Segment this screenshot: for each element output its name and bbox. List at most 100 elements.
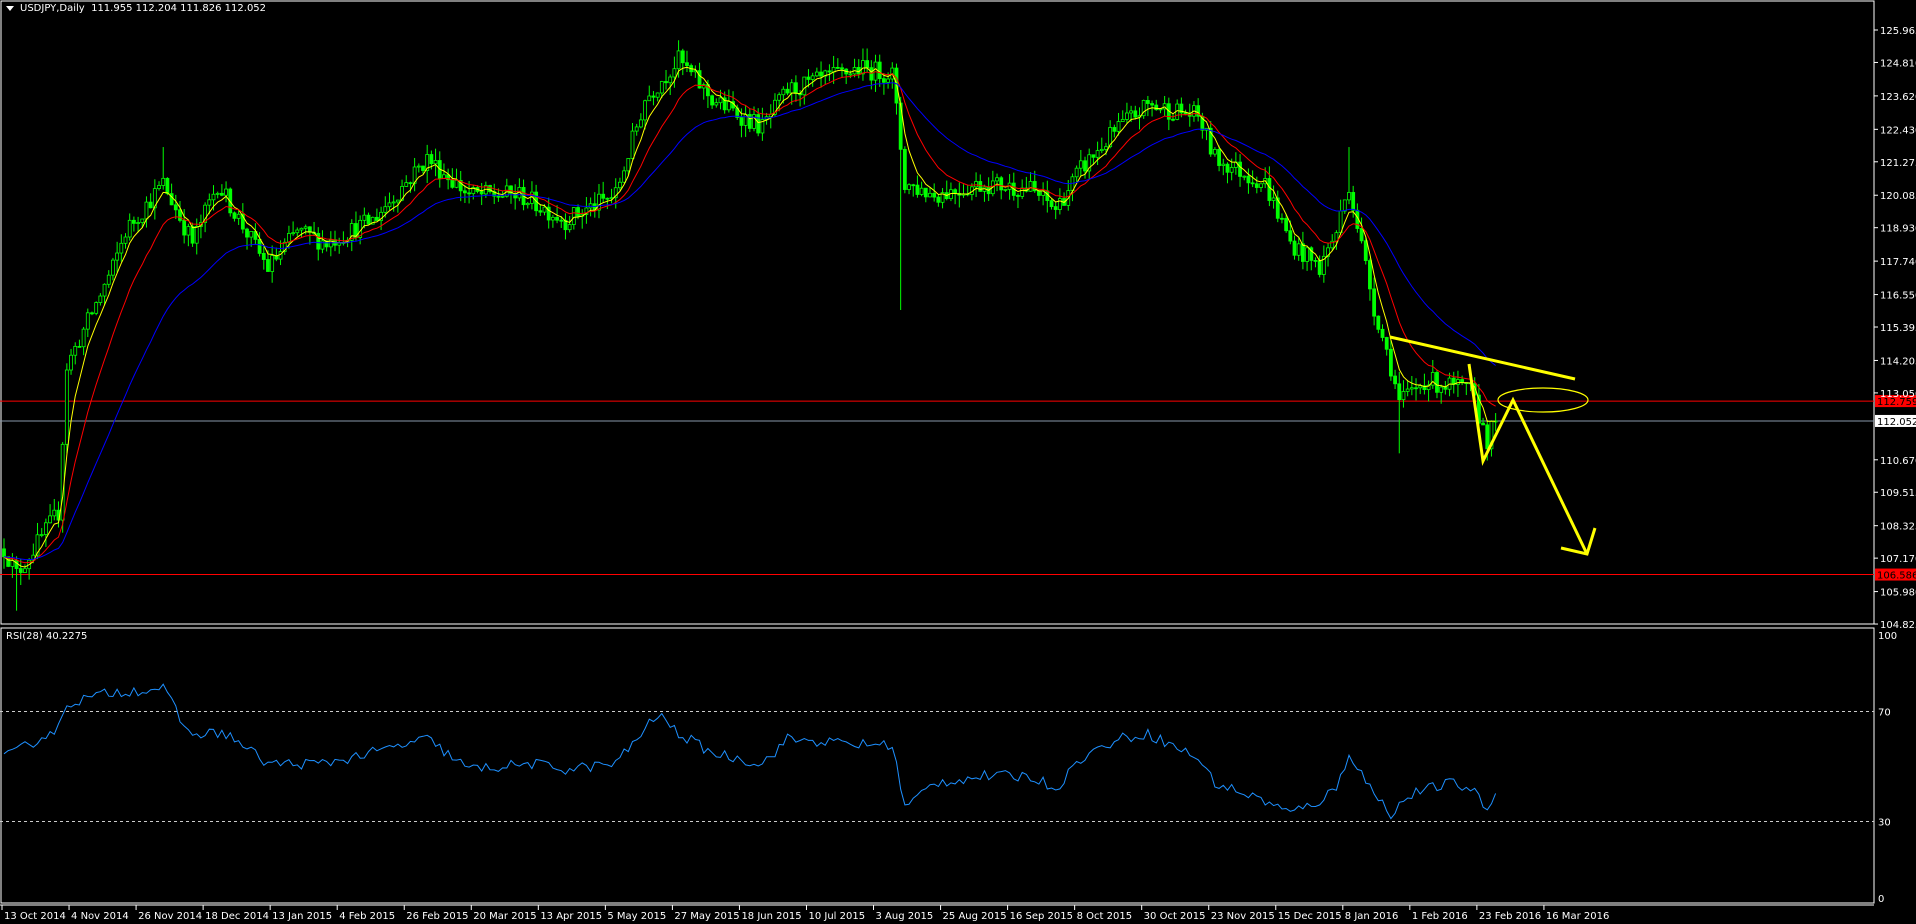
candle-body [685,62,689,66]
candle-body [664,81,668,84]
candle-body [1388,348,1393,377]
candle [810,72,815,87]
candle-body [81,328,86,348]
candle [64,363,69,454]
price-tick-label: 121.275 [1880,158,1916,169]
price-tick-label: 104.825 [1880,620,1916,631]
candle [844,68,849,85]
candle [1301,231,1305,270]
candle-body [542,206,547,213]
candle-body [597,193,601,211]
candle-body [1372,288,1377,317]
candle [23,564,27,573]
price-tick-label: 108.325 [1880,522,1916,533]
candle [1238,154,1242,187]
candle-body [877,61,882,80]
candle [936,194,941,207]
candle-body [601,193,606,199]
date-tick-label: 3 Aug 2015 [876,911,934,922]
candle [1175,99,1180,121]
price-tick-label: 125.965 [1880,26,1916,37]
candle-body [1016,195,1020,197]
candle-body [777,94,782,101]
candle [873,54,878,92]
candle-body [936,196,941,203]
candle [387,192,392,211]
candle [173,194,178,219]
candle [567,215,572,233]
candle [328,231,333,257]
candle [111,257,115,281]
candle [651,91,656,106]
candle-body [1083,160,1087,172]
candle [902,146,907,194]
candle-body [1280,217,1284,220]
candle-body [299,227,304,231]
candle [1120,110,1125,122]
candle-body [1213,149,1217,155]
candle [949,182,953,202]
candle-body [467,192,471,195]
price-tick-label: 118.930 [1880,224,1916,235]
candle-body [1120,119,1125,122]
candle [911,183,916,197]
candle-body [1384,337,1389,350]
candle-body [496,195,501,198]
candle-body [827,70,832,73]
date-tick-label: 4 Feb 2015 [339,911,395,922]
rsi-axis-label: 100 [1878,631,1897,642]
candle [647,85,652,102]
candle-body [789,82,794,94]
candle-body [1037,190,1041,196]
candle-body [915,184,920,195]
candle-body [232,212,237,219]
candle [291,221,296,236]
descending-trendline[interactable] [1389,335,1576,381]
candle [1405,379,1410,397]
candle [1376,315,1381,334]
candle-body [1221,163,1226,166]
candle [1259,183,1263,192]
candle-body [257,239,262,254]
candle-body [366,214,371,225]
candle-body [186,226,191,236]
candle [106,270,111,288]
candle [915,175,920,198]
candle-body [106,274,111,285]
candle-body [291,232,296,235]
candle-body [207,199,212,206]
dropdown-triangle-icon[interactable] [6,5,14,11]
candle [39,528,44,538]
candle-body [1028,181,1033,192]
candle-body [395,199,400,203]
candle-body [718,97,723,104]
candle [982,184,987,202]
candle-body [919,187,924,195]
candle [563,213,568,240]
candle-body [819,71,823,77]
candle-body [1250,182,1255,185]
date-tick-label: 10 Jul 2015 [808,911,865,922]
projection-arrow[interactable] [1467,363,1589,555]
candle-body [1133,110,1138,118]
rsi-axis-label: 70 [1878,708,1891,719]
candle [148,193,153,209]
candle-body [1443,386,1448,390]
candle [588,197,593,217]
candle [224,181,228,203]
candle-body [814,71,819,77]
candle [814,67,819,78]
candle-body [1129,110,1134,114]
candle [1401,380,1406,408]
candle [609,188,614,204]
candle [73,342,78,365]
candle [1078,149,1083,177]
candle-body [1229,167,1234,173]
candle-body [907,184,911,190]
candle [236,210,241,225]
candle-body [1171,118,1175,121]
candle [215,191,220,199]
candle-body [1418,385,1423,389]
candle [823,69,828,85]
price-tick-label: 122.430 [1880,125,1916,136]
